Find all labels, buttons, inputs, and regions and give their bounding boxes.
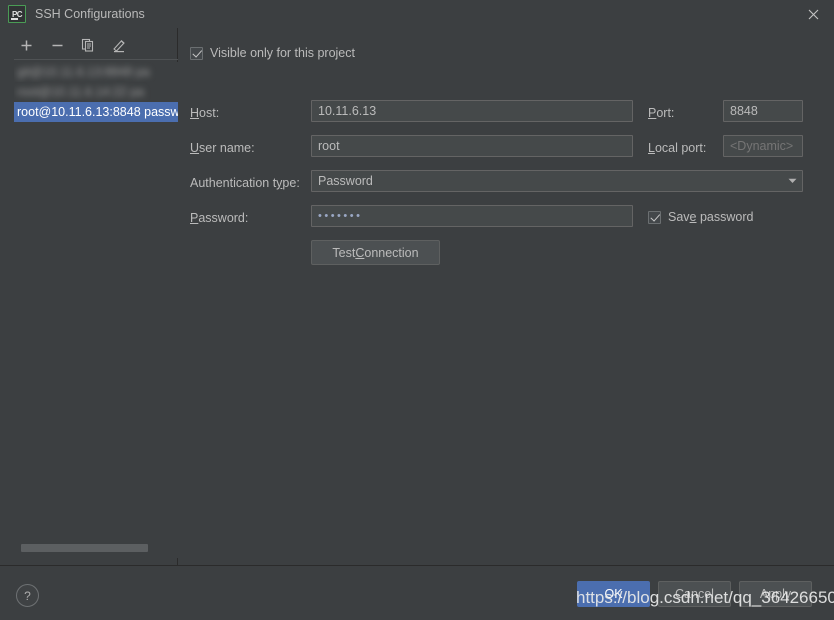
save-password-checkbox-row[interactable]: Save password [648,210,753,224]
local-port-input[interactable] [723,135,803,157]
list-item[interactable]: git@10.11.6.13:8848 pa [14,62,178,82]
apply-button[interactable]: Apply [739,581,812,607]
edit-button[interactable] [111,37,127,53]
save-password-label: Save password [668,210,753,224]
visible-only-checkbox[interactable] [190,47,203,60]
port-input[interactable] [723,100,803,122]
visible-only-label: Visible only for this project [210,46,355,60]
sidebar-horizontal-scrollbar[interactable] [14,543,178,553]
ok-button[interactable]: OK [577,581,650,607]
window-title: SSH Configurations [35,7,145,21]
auth-type-value: Password [312,174,782,188]
password-label: Password: [190,211,248,225]
auth-type-select[interactable]: Password [311,170,803,192]
scrollbar-thumb[interactable] [21,544,148,552]
password-input[interactable]: ••••••• [311,205,633,227]
list-item[interactable]: root@10.11.6.14:22 pa [14,82,178,102]
add-button[interactable] [18,37,34,53]
ssh-config-form: Visible only for this project Host: Port… [178,28,834,565]
toolbar-divider [14,59,178,60]
help-button[interactable]: ? [16,584,39,607]
host-label: Host: [190,106,219,120]
title-bar: PC SSH Configurations [0,0,834,28]
configurations-list[interactable]: git@10.11.6.13:8848 pa root@10.11.6.14:2… [14,62,178,558]
save-password-checkbox[interactable] [648,211,661,224]
copy-button[interactable] [80,37,96,53]
list-item-label: root@10.11.6.14:22 pa [17,82,178,102]
visible-only-checkbox-row[interactable]: Visible only for this project [190,46,355,60]
test-connection-button[interactable]: Test Connection [311,240,440,265]
user-name-input[interactable] [311,135,633,157]
sidebar-toolbar [0,28,177,58]
auth-type-label: Authentication type: [190,176,300,190]
configurations-sidebar: git@10.11.6.13:8848 pa root@10.11.6.14:2… [0,28,178,565]
list-item-label: git@10.11.6.13:8848 pa [17,62,178,82]
local-port-label: Local port: [648,141,706,155]
close-icon[interactable] [792,0,834,28]
user-name-label: User name: [190,141,255,155]
remove-button[interactable] [49,37,65,53]
port-label: Port: [648,106,674,120]
dialog-body: git@10.11.6.13:8848 pa root@10.11.6.14:2… [0,28,834,565]
pycharm-logo-icon: PC [8,5,26,23]
list-item-selected[interactable]: root@10.11.6.13:8848 passw [14,102,178,122]
chevron-down-icon[interactable] [782,178,802,184]
cancel-button[interactable]: Cancel [658,581,731,607]
host-input[interactable] [311,100,633,122]
